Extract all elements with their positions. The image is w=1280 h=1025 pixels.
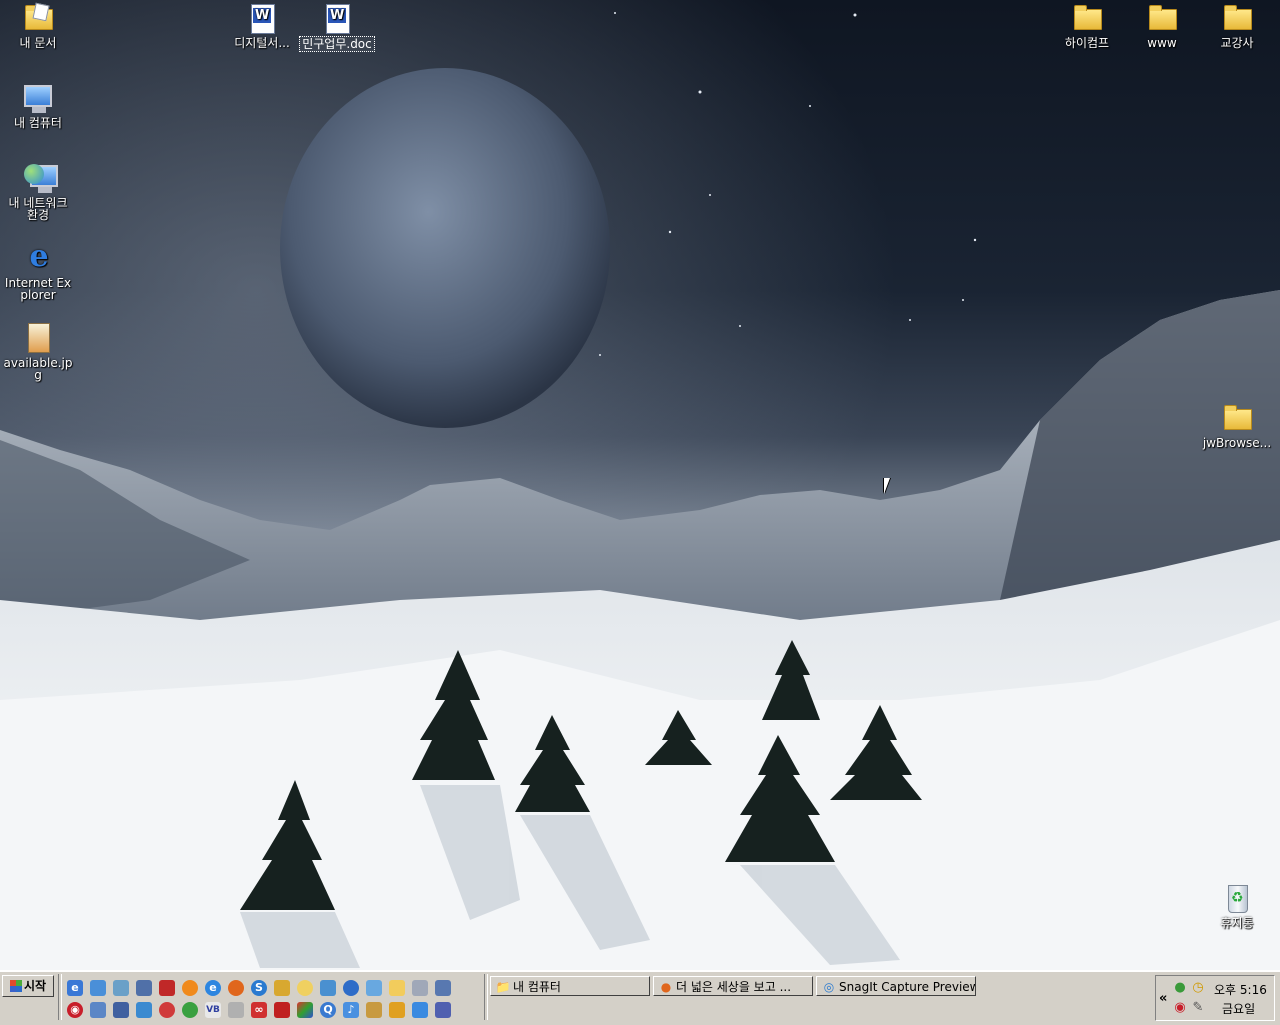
task-label: 내 컴퓨터 [513, 980, 561, 994]
messenger-status-icon[interactable]: ● [1172, 980, 1188, 996]
task-my-computer[interactable]: 📁 내 컴퓨터 [490, 976, 650, 996]
antivirus-tray-icon[interactable]: ◉ [1172, 1000, 1188, 1016]
ql-snagit-icon[interactable]: S [250, 979, 268, 997]
desktop-icon-mingu-doc[interactable]: 민구업무.doc [299, 2, 375, 52]
start-button[interactable]: 시작 [2, 975, 54, 997]
desktop-icon-label: 내 컴퓨터 [14, 116, 62, 130]
ql-acrobat-icon[interactable] [273, 1001, 291, 1019]
ql-screen-icon[interactable] [434, 1001, 452, 1019]
desktop-icon-folder-www[interactable]: www [1124, 2, 1200, 50]
word-document-icon [321, 2, 353, 34]
word-document-icon [246, 2, 278, 34]
task-snagit[interactable]: ◎ SnagIt Capture Preview [816, 976, 976, 996]
ql-record-icon[interactable] [158, 1001, 176, 1019]
task-label: 더 넓은 세상을 보고 ... [676, 980, 792, 994]
system-tray: « ● ◷ ◉ ✎ 오후 5:16 금요일 [1155, 975, 1275, 1021]
desktop-wallpaper [0, 0, 1280, 970]
clock-day: 금요일 [1222, 1002, 1256, 1016]
alarm-clock-icon[interactable]: ◷ [1190, 980, 1206, 996]
ql-monitor-icon[interactable] [434, 979, 452, 997]
start-label: 시작 [23, 979, 47, 993]
my-computer-icon [22, 82, 54, 114]
desktop-icon-available-jpg[interactable]: available.jpg [0, 322, 76, 382]
desktop-icon-label: 하이컴프 [1064, 36, 1110, 50]
ql-messenger-icon[interactable] [365, 979, 383, 997]
ql-desktop-icon[interactable] [89, 979, 107, 997]
desktop-icon-label: 교강사 [1220, 36, 1254, 50]
desktop-icon-label: 휴지통 [1220, 916, 1254, 930]
desktop-icon-label: 내 문서 [19, 36, 57, 50]
folder-icon [1221, 2, 1253, 34]
internet-explorer-icon: e [29, 239, 49, 274]
ql-colors-icon[interactable] [296, 1001, 314, 1019]
ql-book-icon[interactable] [158, 979, 176, 997]
ql-tools-icon[interactable] [227, 1001, 245, 1019]
ql-ie-icon[interactable]: e [66, 979, 84, 997]
desktop-icon-label: Internet Explorer [4, 276, 72, 302]
taskbar-separator [58, 974, 62, 1020]
tray-expand-button[interactable]: « [1159, 991, 1167, 1006]
task-label: SnagIt Capture Preview [839, 980, 976, 994]
ql-green-icon[interactable] [181, 1001, 199, 1019]
ql-music-icon[interactable]: ♪ [342, 1001, 360, 1019]
desktop-icon-folder-instructor[interactable]: 교강사 [1199, 2, 1275, 50]
wallpaper-scene [0, 0, 1280, 970]
ql-computer-icon[interactable] [135, 979, 153, 997]
ql-search-icon[interactable]: Q [319, 1001, 337, 1019]
desktop-icon-my-documents[interactable]: 내 문서 [0, 2, 76, 50]
ql-antivirus-icon[interactable]: ◉ [66, 1001, 84, 1019]
desktop-icon-internet-explorer[interactable]: e Internet Explorer [0, 242, 76, 302]
clock-time[interactable]: 오후 5:16 [1214, 981, 1267, 998]
ql-window-icon[interactable] [112, 1001, 130, 1019]
moon [280, 68, 610, 428]
jpg-file-icon [22, 322, 54, 354]
desktop-icon-label: jwBrowse... [1202, 436, 1272, 450]
ql-ie2-icon[interactable]: e [204, 979, 222, 997]
ql-share-icon[interactable] [135, 1001, 153, 1019]
ql-picture-icon[interactable] [411, 1001, 429, 1019]
taskbar: 시작 e e S ◉ VB ∞ Q ♪ 📁 내 컴퓨터 ● 더 넓은 세상을 보… [0, 970, 1280, 1025]
desktop-icon-network-places[interactable]: 내 네트워크 환경 [0, 162, 76, 222]
network-places-icon [22, 162, 58, 194]
ql-vb-icon[interactable]: VB [204, 1001, 222, 1019]
ql-infinity-icon[interactable]: ∞ [250, 1001, 268, 1019]
ql-network2-icon[interactable] [89, 1001, 107, 1019]
ql-folder-icon[interactable] [388, 979, 406, 997]
desktop-icon-my-computer[interactable]: 내 컴퓨터 [0, 82, 76, 130]
desktop-icon-label: 내 네트워크 환경 [8, 196, 68, 222]
ql-globe-icon[interactable] [342, 979, 360, 997]
desktop-icon-digital-doc[interactable]: 디지털서... [224, 2, 300, 50]
windows-flag-icon [9, 980, 22, 992]
ql-network-icon[interactable] [112, 979, 130, 997]
snagit-icon: ◎ [823, 980, 835, 994]
ql-media-icon[interactable] [388, 1001, 406, 1019]
folder-icon: 📁 [495, 980, 511, 994]
desktop-icon-folder-hicomp[interactable]: 하이컴프 [1049, 2, 1125, 50]
quick-launch-toolbar: e e S ◉ VB ∞ Q ♪ [64, 977, 456, 1021]
ql-clock-icon[interactable] [296, 979, 314, 997]
recycle-bin-icon [1221, 882, 1253, 914]
desktop-icon-label: 디지털서... [234, 36, 290, 50]
task-firefox[interactable]: ● 더 넓은 세상을 보고 ... [653, 976, 813, 996]
desktop-icon-folder-jwbrowser[interactable]: jwBrowse... [1199, 402, 1275, 450]
desktop-icon-label: 민구업무.doc [299, 36, 375, 52]
folder-icon [1071, 2, 1103, 34]
ql-explorer-icon[interactable] [411, 979, 429, 997]
ql-people-icon[interactable] [365, 1001, 383, 1019]
desktop-icon-label: available.jpg [3, 356, 73, 382]
firefox-icon: ● [660, 980, 672, 994]
ql-firefox-icon[interactable] [227, 979, 245, 997]
notepad-tray-icon[interactable]: ✎ [1190, 1000, 1206, 1016]
desktop-icon-recycle-bin[interactable]: 휴지통 [1199, 882, 1275, 930]
desktop-icon-label: www [1147, 36, 1177, 50]
folder-icon [1146, 2, 1178, 34]
folder-icon [1221, 402, 1253, 434]
ql-pencil-icon[interactable] [273, 979, 291, 997]
mouse-cursor-icon [884, 478, 890, 494]
ql-outlook-icon[interactable] [319, 979, 337, 997]
ql-orange-orb-icon[interactable] [181, 979, 199, 997]
my-documents-icon [22, 2, 54, 34]
taskbar-separator [484, 974, 488, 1020]
